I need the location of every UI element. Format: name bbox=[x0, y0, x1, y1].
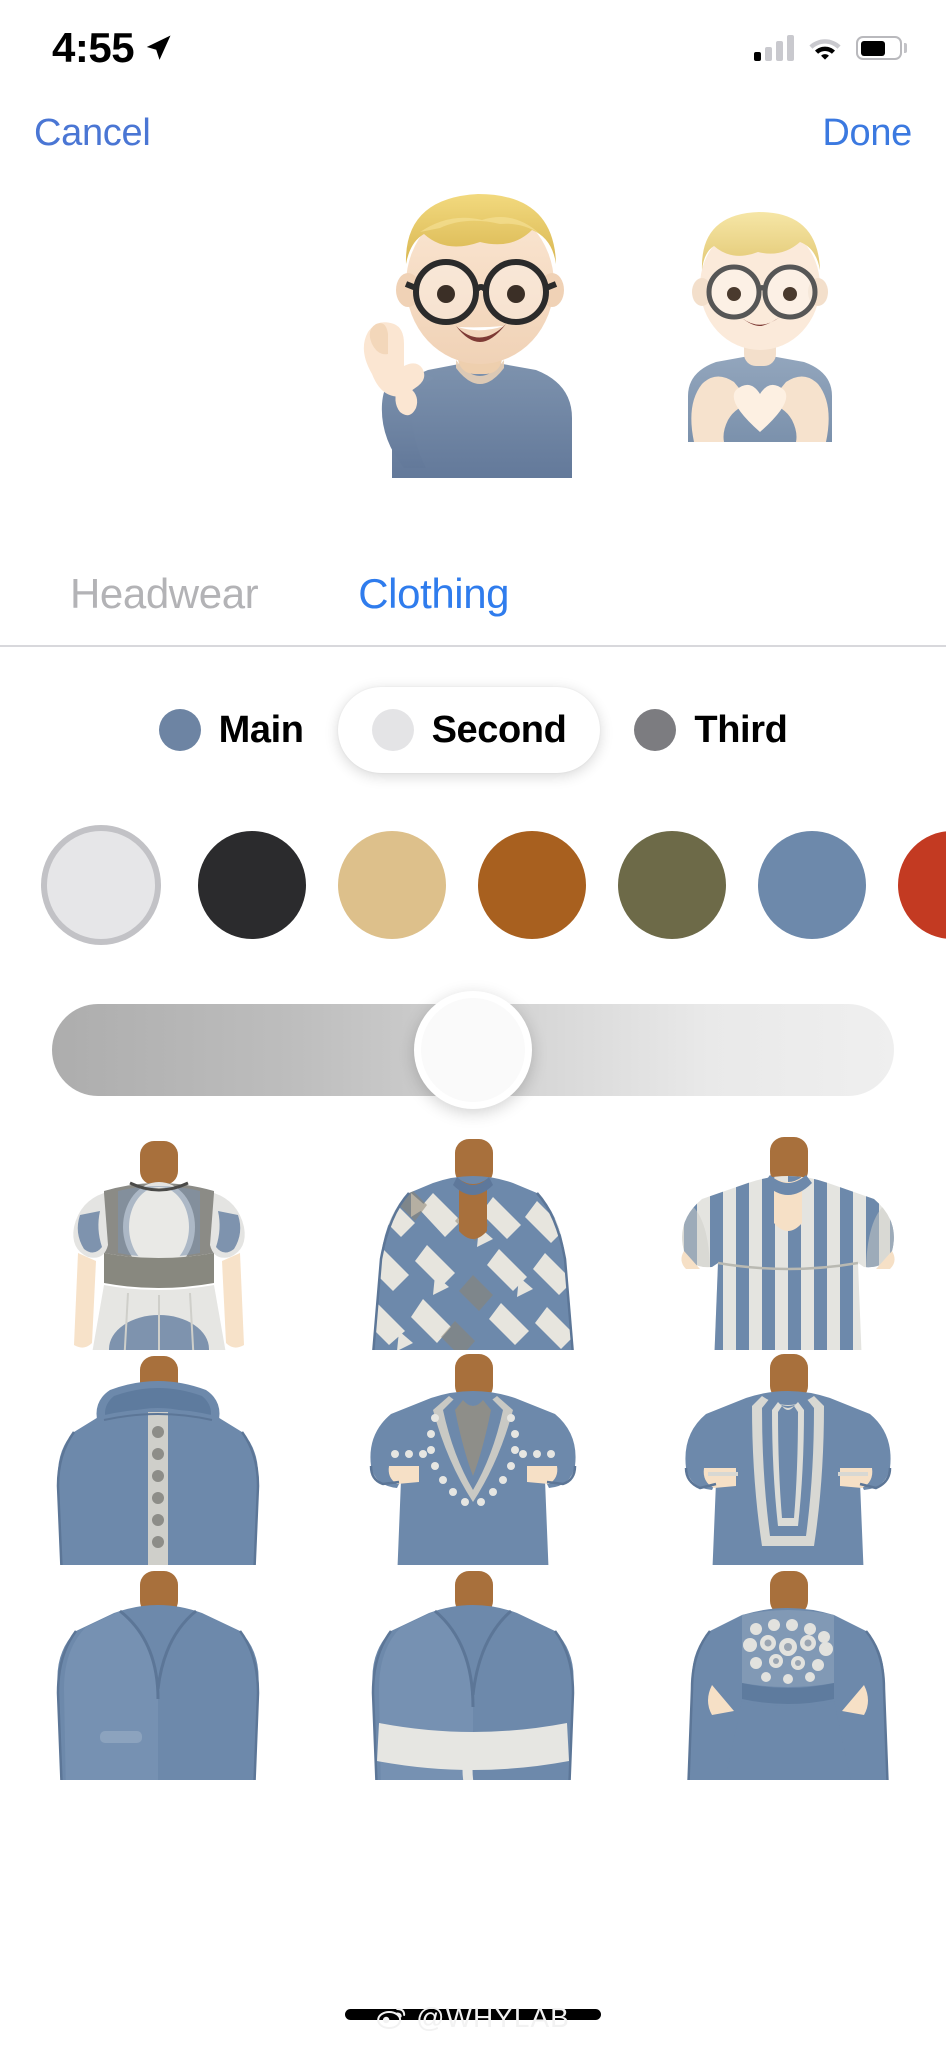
clothing-option-panel-embroidered-tunic[interactable] bbox=[631, 1350, 946, 1565]
clothing-options-grid bbox=[0, 1135, 946, 1995]
memoji-preview-stage bbox=[0, 168, 946, 488]
segment-second[interactable]: Second bbox=[337, 687, 601, 773]
cellular-signal-icon bbox=[754, 35, 794, 61]
memoji-secondary-pose[interactable] bbox=[640, 192, 880, 442]
color-swatch-row[interactable] bbox=[0, 800, 946, 970]
clothing-option-vertical-stripe-kaftan[interactable] bbox=[631, 1135, 946, 1350]
tab-clothing[interactable]: Clothing bbox=[358, 573, 509, 615]
status-bar-right bbox=[754, 35, 907, 61]
main-color-dot bbox=[158, 709, 201, 751]
clothing-option-puff-sleeve-circle-dress[interactable] bbox=[0, 1135, 315, 1350]
tab-headwear[interactable]: Headwear bbox=[70, 573, 259, 615]
color-swatch-red[interactable] bbox=[898, 831, 946, 939]
color-swatch-rust-brown[interactable] bbox=[478, 831, 586, 939]
home-indicator[interactable] bbox=[345, 2009, 601, 2020]
memoji-clothing-editor-screen: 4:55 Cancel Done Headwear Clothing Main … bbox=[0, 0, 946, 2048]
color-swatch-olive[interactable] bbox=[618, 831, 726, 939]
clothing-option-embroidered-dashiki[interactable] bbox=[315, 1350, 630, 1565]
segment-main[interactable]: Main bbox=[125, 687, 338, 773]
slider-track[interactable] bbox=[52, 991, 894, 1109]
third-color-dot bbox=[634, 709, 677, 751]
clothing-option-hooded-button-sweatshirt[interactable] bbox=[0, 1350, 315, 1565]
done-button[interactable]: Done bbox=[822, 114, 912, 152]
status-bar-left: 4:55 bbox=[52, 27, 173, 69]
color-layer-segmented-control: Main Second Third bbox=[0, 670, 946, 790]
location-arrow-icon bbox=[146, 35, 171, 60]
slider-thumb[interactable] bbox=[414, 991, 532, 1109]
color-swatch-tan[interactable] bbox=[338, 831, 446, 939]
clothing-option-wrap-robe[interactable] bbox=[0, 1565, 315, 1780]
color-intensity-slider[interactable] bbox=[0, 985, 946, 1115]
wifi-icon bbox=[809, 39, 841, 60]
memoji-primary-pose[interactable] bbox=[300, 168, 660, 478]
second-color-dot bbox=[371, 709, 414, 751]
segment-third-label: Third bbox=[694, 709, 788, 751]
category-tab-bar: Headwear Clothing bbox=[0, 548, 946, 640]
color-swatch-slate-blue[interactable] bbox=[758, 831, 866, 939]
navigation-bar: Cancel Done bbox=[0, 100, 946, 166]
color-swatch-light-gray[interactable] bbox=[36, 820, 166, 950]
segment-third[interactable]: Third bbox=[600, 687, 821, 773]
clothing-option-geometric-print-tunic[interactable] bbox=[315, 1135, 630, 1350]
color-swatch-charcoal[interactable] bbox=[198, 831, 306, 939]
status-bar-clock: 4:55 bbox=[52, 24, 135, 71]
battery-icon bbox=[856, 36, 907, 60]
clothing-option-belted-wrap-robe[interactable] bbox=[315, 1565, 630, 1780]
status-bar: 4:55 bbox=[0, 0, 946, 96]
cancel-button[interactable]: Cancel bbox=[34, 114, 151, 152]
clothing-option-beaded-yoke-dress[interactable] bbox=[631, 1565, 946, 1780]
segment-main-label: Main bbox=[218, 709, 304, 751]
segment-second-label: Second bbox=[431, 709, 567, 751]
tab-divider bbox=[0, 645, 946, 647]
